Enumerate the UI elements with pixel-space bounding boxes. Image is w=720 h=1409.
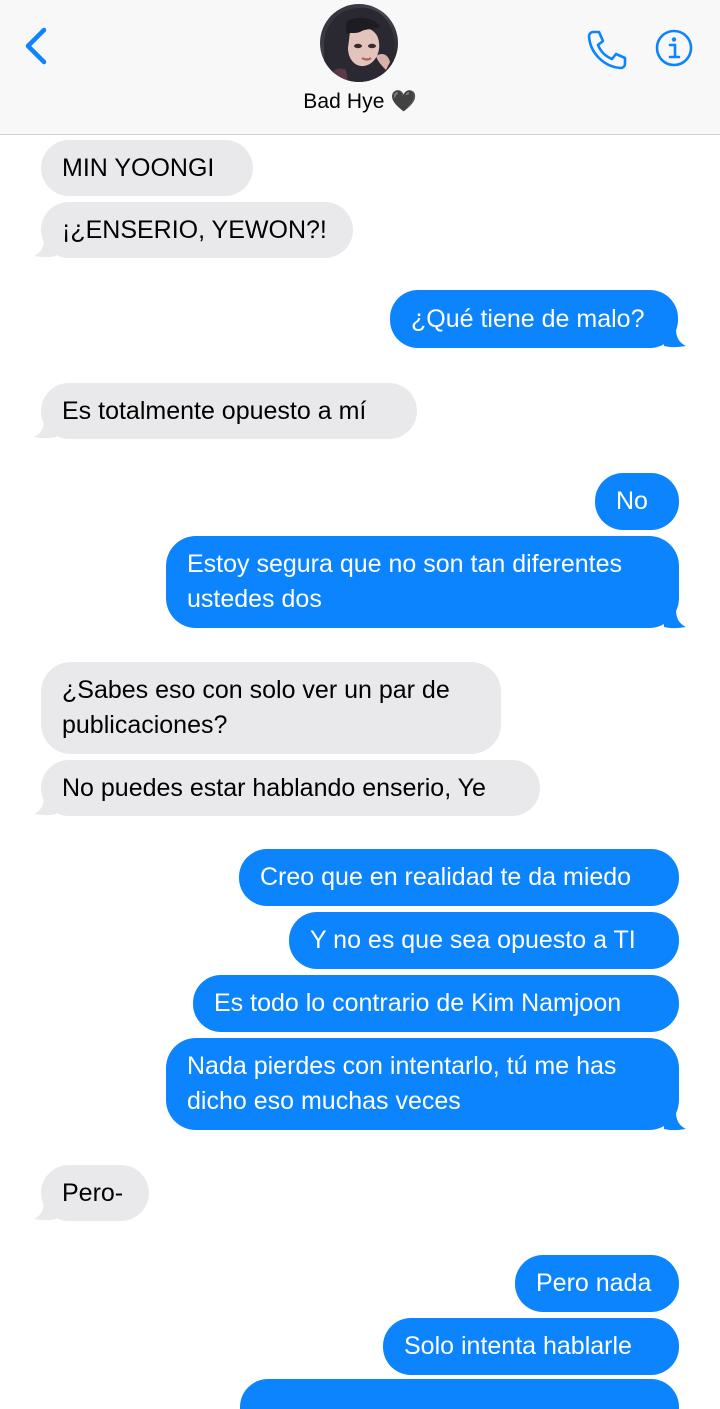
avatar-photo: [324, 7, 395, 82]
message-bubble[interactable]: No puedes estar hablando enserio, Ye: [41, 760, 540, 816]
message-bubble[interactable]: ¡¿ENSERIO, YEWON?!: [41, 202, 353, 258]
message-text: Estoy segura que no son tan diferentes u…: [187, 550, 623, 613]
message-text: ¡¿ENSERIO, YEWON?!: [62, 215, 327, 244]
message-text: ¿Sabes eso con solo ver un par de public…: [62, 676, 450, 739]
message-text: Pero-: [62, 1178, 124, 1207]
message-bubble[interactable]: Es todo lo contrario de Kim Namjoon: [193, 975, 679, 1032]
conversation-header: Bad Hye 🖤: [0, 0, 720, 135]
contact-avatar[interactable]: [320, 4, 398, 82]
message-bubble-partial[interactable]: [240, 1379, 679, 1409]
message-text: Es todo lo contrario de Kim Namjoon: [214, 989, 622, 1017]
message-bubble[interactable]: Pero-: [41, 1165, 149, 1221]
message-bubble[interactable]: Estoy segura que no son tan diferentes u…: [166, 536, 679, 628]
message-bubble[interactable]: MIN YOONGI: [41, 140, 253, 196]
bubble-tail: [34, 796, 56, 816]
message-text: Solo intenta hablarle: [404, 1332, 632, 1360]
message-bubble[interactable]: No: [595, 473, 679, 530]
contact-name[interactable]: Bad Hye 🖤: [0, 90, 720, 114]
bubble-tail: [34, 238, 56, 258]
message-text: Creo que en realidad te da miedo: [260, 863, 632, 891]
bubble-tail: [34, 419, 56, 439]
message-text: Es totalmente opuesto a mí: [62, 396, 367, 425]
message-bubble[interactable]: Y no es que sea opuesto a TI: [289, 912, 679, 969]
chevron-left-icon: [25, 27, 47, 65]
phone-icon: [587, 30, 627, 70]
bubble-tail: [664, 609, 686, 629]
message-bubble[interactable]: Es totalmente opuesto a mí: [41, 383, 417, 439]
bubble-tail: [664, 328, 686, 348]
message-text: Y no es que sea opuesto a TI: [310, 926, 636, 954]
bubble-tail: [664, 1111, 686, 1131]
message-bubble[interactable]: ¿Sabes eso con solo ver un par de public…: [41, 662, 501, 754]
back-button[interactable]: [20, 24, 56, 68]
info-button[interactable]: [654, 28, 694, 68]
message-text: No puedes estar hablando enserio, Ye: [62, 773, 486, 802]
message-text: No: [616, 487, 648, 515]
message-bubble[interactable]: Pero nada: [515, 1255, 679, 1312]
message-text: ¿Qué tiene de malo?: [411, 304, 645, 333]
message-text: Pero nada: [536, 1269, 652, 1297]
bubble-tail: [34, 1201, 56, 1221]
message-bubble[interactable]: Nada pierdes con intentarlo, tú me has d…: [166, 1038, 679, 1130]
message-bubble[interactable]: Solo intenta hablarle: [383, 1318, 679, 1375]
message-text: MIN YOONGI: [62, 153, 215, 182]
message-bubble[interactable]: ¿Qué tiene de malo?: [390, 290, 678, 348]
message-text: Nada pierdes con intentarlo, tú me has d…: [187, 1052, 617, 1115]
message-bubble[interactable]: Creo que en realidad te da miedo: [239, 849, 679, 906]
message-thread[interactable]: MIN YOONGI ¡¿ENSERIO, YEWON?! ¿Qué tiene…: [0, 135, 720, 1409]
info-icon: [655, 29, 693, 67]
call-button[interactable]: [584, 26, 630, 72]
